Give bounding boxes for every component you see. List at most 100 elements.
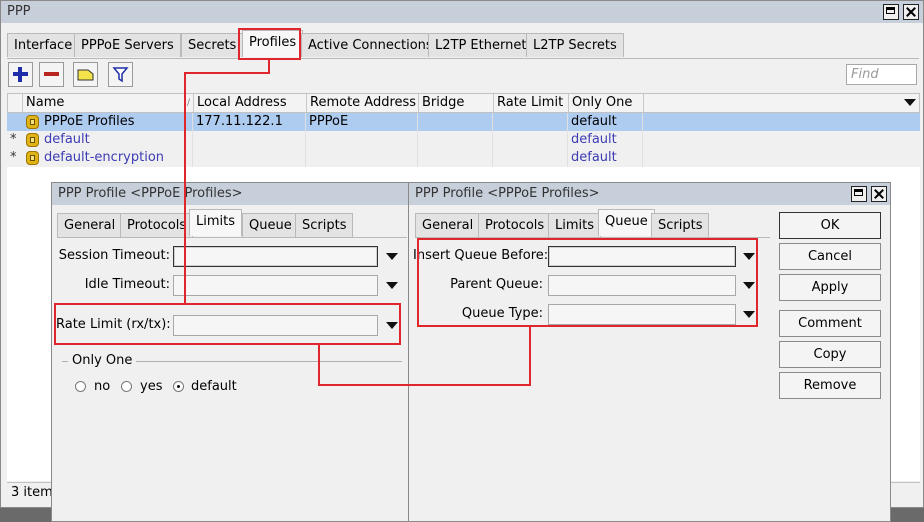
dialog-title-bar[interactable]: PPP Profile <PPPoE Profiles>	[409, 183, 890, 205]
tab-scripts[interactable]: Scripts	[295, 213, 354, 237]
column-menu-icon[interactable]	[904, 99, 916, 106]
tab-secrets[interactable]: Secrets	[181, 33, 244, 57]
ppp-window-title: PPP	[7, 4, 31, 19]
ppp-tab-strip: Interface PPPoE Servers Secrets Profiles…	[7, 30, 919, 59]
annotation-connector	[184, 72, 186, 304]
profiles-table-header: Name / Local Address Remote Address Bridg…	[7, 93, 920, 113]
tab-l2tp-secrets[interactable]: L2TP Secrets	[526, 33, 624, 57]
tab-general[interactable]: General	[415, 213, 481, 237]
only-one-no-label: no	[94, 379, 111, 394]
tab-protocols[interactable]: Protocols	[478, 213, 552, 237]
column-name[interactable]: Name /	[23, 94, 194, 112]
table-row[interactable]: PPPoE Profiles 177.11.122.1 PPPoE defaul…	[7, 113, 920, 131]
row-rate-limit	[493, 149, 568, 167]
ppp-title-bar[interactable]: PPP	[1, 1, 923, 23]
only-one-yes-label: yes	[140, 379, 163, 394]
row-flag: *	[10, 132, 17, 147]
tab-active-connections[interactable]: Active Connections	[301, 33, 440, 57]
tab-general[interactable]: General	[57, 213, 123, 237]
profiles-tab-highlight	[238, 28, 301, 60]
add-button[interactable]	[8, 62, 33, 87]
close-icon[interactable]	[903, 4, 919, 20]
ppp-profile-icon	[26, 115, 39, 129]
find-placeholder: Find	[851, 67, 879, 82]
column-bridge[interactable]: Bridge	[419, 94, 494, 112]
row-name: PPPoE Profiles	[41, 113, 193, 131]
row-only-one: default	[568, 149, 643, 167]
remove-button[interactable]	[39, 62, 64, 87]
remove-button[interactable]: Remove	[779, 372, 881, 399]
ppp-profile-icon	[26, 151, 39, 165]
tab-interface[interactable]: Interface	[7, 33, 80, 57]
cancel-button[interactable]: Cancel	[779, 243, 881, 270]
idle-timeout-dropdown-icon[interactable]	[386, 282, 398, 289]
maximize-icon[interactable]	[883, 4, 899, 20]
column-only-one[interactable]: Only One	[569, 94, 644, 112]
only-one-no-radio[interactable]	[75, 381, 86, 392]
apply-button[interactable]: Apply	[779, 274, 881, 301]
row-rate-limit	[493, 113, 568, 131]
comment-button[interactable]	[73, 62, 98, 87]
column-local-address[interactable]: Local Address	[194, 94, 307, 112]
find-input[interactable]: Find	[846, 64, 917, 85]
close-icon[interactable]	[871, 186, 887, 202]
only-one-default-radio[interactable]	[173, 381, 184, 392]
tab-limits[interactable]: Limits	[189, 209, 242, 236]
row-local-address	[193, 131, 306, 149]
copy-button[interactable]: Copy	[779, 341, 881, 368]
column-rate-limit[interactable]: Rate Limit ...	[494, 94, 569, 112]
session-timeout-label: Session Timeout:	[58, 248, 170, 263]
only-one-label: Only One	[68, 353, 137, 368]
row-bridge	[418, 113, 493, 131]
dialog-tab-strip: General Protocols Limits Queue Scripts	[415, 209, 770, 238]
table-row[interactable]: * default-encryption default	[7, 149, 920, 167]
note-icon	[77, 69, 94, 81]
tab-protocols[interactable]: Protocols	[120, 213, 194, 237]
column-flag	[8, 94, 23, 112]
row-only-one: default	[568, 131, 643, 149]
row-name: default	[41, 131, 193, 149]
comment-button[interactable]: Comment	[779, 310, 881, 337]
row-remote-address	[306, 149, 418, 167]
dialog-tab-strip: General Protocols Limits Queue Scripts	[57, 209, 407, 238]
tab-pppoe-servers[interactable]: PPPoE Servers	[74, 33, 181, 57]
row-remote-address	[306, 131, 418, 149]
tab-queue[interactable]: Queue	[242, 213, 299, 237]
idle-timeout-label: Idle Timeout:	[84, 277, 170, 292]
filter-icon	[112, 67, 129, 83]
row-flag	[7, 113, 22, 131]
queue-fields-highlight	[417, 238, 758, 327]
row-remote-address: PPPoE	[306, 113, 418, 131]
tab-l2tp-ethernet[interactable]: L2TP Ethernet	[428, 33, 534, 57]
session-timeout-dropdown-icon[interactable]	[386, 253, 398, 260]
minus-icon	[44, 72, 59, 76]
annotation-connector	[529, 326, 531, 386]
annotation-connector	[318, 344, 320, 385]
row-only-one: default	[568, 113, 643, 131]
tab-queue[interactable]: Queue	[598, 209, 655, 236]
ok-button[interactable]: OK	[779, 212, 881, 239]
row-local-address: 177.11.122.1	[193, 113, 306, 131]
row-flag: *	[10, 150, 17, 165]
sort-icon: /	[186, 98, 190, 108]
annotation-connector	[184, 72, 270, 74]
column-name-label: Name	[26, 95, 65, 110]
dialog-title: PPP Profile <PPPoE Profiles>	[58, 186, 243, 201]
row-bridge	[418, 131, 493, 149]
tab-scripts[interactable]: Scripts	[651, 213, 710, 237]
tab-limits[interactable]: Limits	[548, 213, 601, 237]
row-bridge	[418, 149, 493, 167]
only-one-default-label: default	[191, 379, 237, 394]
idle-timeout-input[interactable]	[173, 275, 378, 296]
session-timeout-input[interactable]	[173, 246, 378, 267]
dialog-title-bar[interactable]: PPP Profile <PPPoE Profiles>	[52, 183, 412, 205]
maximize-icon[interactable]	[851, 186, 867, 202]
dialog-title: PPP Profile <PPPoE Profiles>	[415, 186, 600, 201]
table-row[interactable]: * default default	[7, 131, 920, 149]
column-remote-address[interactable]: Remote Address	[307, 94, 419, 112]
only-one-yes-radio[interactable]	[121, 381, 132, 392]
filter-button[interactable]	[108, 62, 133, 87]
row-name: default-encryption	[41, 149, 193, 167]
row-rate-limit	[493, 131, 568, 149]
plus-icon	[13, 67, 28, 82]
